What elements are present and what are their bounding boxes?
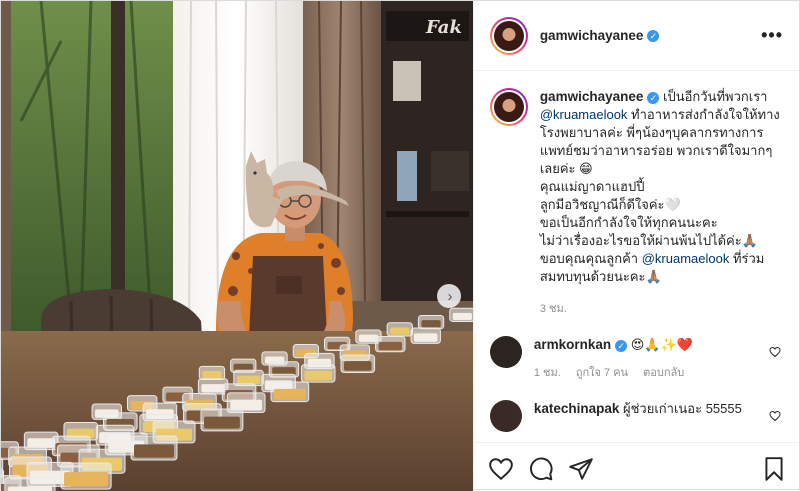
food-content bbox=[452, 312, 472, 321]
caption-line1: เป็นอีกวันที่พวกเรา bbox=[663, 89, 768, 104]
caption-mention-1[interactable]: @kruamaelook bbox=[540, 107, 628, 122]
comment-like-heart-icon[interactable] bbox=[769, 346, 781, 358]
post-action-bar bbox=[473, 442, 799, 491]
commenter-username[interactable]: katechinapak bbox=[534, 401, 620, 416]
comment-time[interactable]: 1 ชม. bbox=[534, 367, 561, 379]
comment-item: katechinapak ผู้ช่วยเก่าเนอะ 55555 bbox=[474, 400, 799, 432]
next-photo-button[interactable]: › bbox=[437, 284, 461, 308]
food-content bbox=[414, 333, 438, 342]
heart-icon[interactable] bbox=[488, 456, 514, 482]
comment-item: armkornkan ✓ 😍🙏✨❤️ 1 ชม. ถูกใจ 7 คน ตอบกล… bbox=[474, 336, 799, 382]
food-content bbox=[378, 341, 402, 351]
comment-like-heart-icon[interactable] bbox=[769, 410, 781, 422]
caption-avatar[interactable] bbox=[489, 88, 528, 126]
food-content bbox=[344, 361, 372, 371]
caption-line-pass: ไม่ว่าเรื่องอะไรขอให้ผ่านพ้นไปได้ค่ะ🙏🏽 bbox=[539, 233, 758, 248]
food-content bbox=[390, 327, 410, 335]
food-content bbox=[236, 375, 261, 385]
commenter-avatar[interactable] bbox=[489, 400, 522, 432]
verified-badge-icon: ✓ bbox=[615, 340, 628, 352]
verified-badge-icon: ✓ bbox=[647, 92, 660, 104]
author-username[interactable]: gamwichayanee bbox=[540, 28, 644, 43]
food-content bbox=[7, 486, 52, 491]
caption-time[interactable]: 3 ชม. bbox=[540, 300, 785, 318]
bookmark-icon[interactable] bbox=[761, 456, 787, 482]
food-content bbox=[204, 416, 240, 429]
comments-section[interactable]: gamwichayanee ✓ เป็นอีกวันที่พวกเรา @krua… bbox=[474, 72, 799, 442]
post-caption: gamwichayanee ✓ เป็นอีกวันที่พวกเรา @krua… bbox=[474, 72, 799, 318]
wall-sign-text: Fak bbox=[425, 17, 462, 38]
food-content bbox=[202, 370, 222, 379]
comment-reply-button[interactable]: ตอบกลับ bbox=[643, 367, 684, 379]
caption-thanks: ขอบคุณคุณลูกค้า bbox=[539, 251, 642, 266]
food-content bbox=[134, 444, 174, 458]
verified-badge-icon: ✓ bbox=[647, 29, 660, 42]
post-side-panel: gamwichayanee ✓ ••• gamwichayanee ✓ เป็นอ… bbox=[472, 1, 799, 491]
food-content bbox=[201, 384, 225, 393]
caption-mention-2[interactable]: @kruamaelook bbox=[642, 251, 730, 266]
caption-line-spirit: ลูกมีอวิชญาณีก็ดีใจค่ะ🤍 bbox=[539, 197, 681, 212]
food-content bbox=[421, 320, 441, 328]
photo-illustration: Fak bbox=[1, 1, 473, 491]
commenter-avatar[interactable] bbox=[489, 336, 522, 368]
comment-text: 😍🙏✨❤️ bbox=[630, 337, 693, 352]
author-avatar[interactable] bbox=[489, 16, 528, 55]
share-icon[interactable] bbox=[568, 456, 594, 482]
more-dots-icon[interactable]: ••• bbox=[761, 25, 783, 46]
caption-line-mom: คุณแม่ญาดาแฮปปี้ bbox=[539, 179, 645, 194]
comment-text: ผู้ช่วยเก่าเนอะ 55555 bbox=[622, 401, 742, 416]
post-photo[interactable]: Fak › bbox=[1, 1, 473, 491]
chevron-right-icon: › bbox=[447, 287, 453, 305]
food-content bbox=[27, 438, 55, 448]
caption-username[interactable]: gamwichayanee bbox=[540, 89, 644, 104]
comment-likes[interactable]: ถูกใจ 7 คน bbox=[576, 367, 628, 379]
caption-line-support: ขอเป็นอีกกำลังใจให้ทุกคนนะคะ bbox=[539, 215, 718, 230]
instagram-post: Fak › gamwichayanee ✓ ••• gamwichayanee … bbox=[0, 0, 800, 491]
food-content bbox=[304, 370, 332, 381]
comment-icon[interactable] bbox=[528, 456, 554, 482]
commenter-username[interactable]: armkornkan bbox=[534, 337, 611, 352]
food-content bbox=[64, 472, 109, 487]
food-content bbox=[274, 388, 306, 400]
post-header: gamwichayanee ✓ ••• bbox=[473, 1, 799, 71]
